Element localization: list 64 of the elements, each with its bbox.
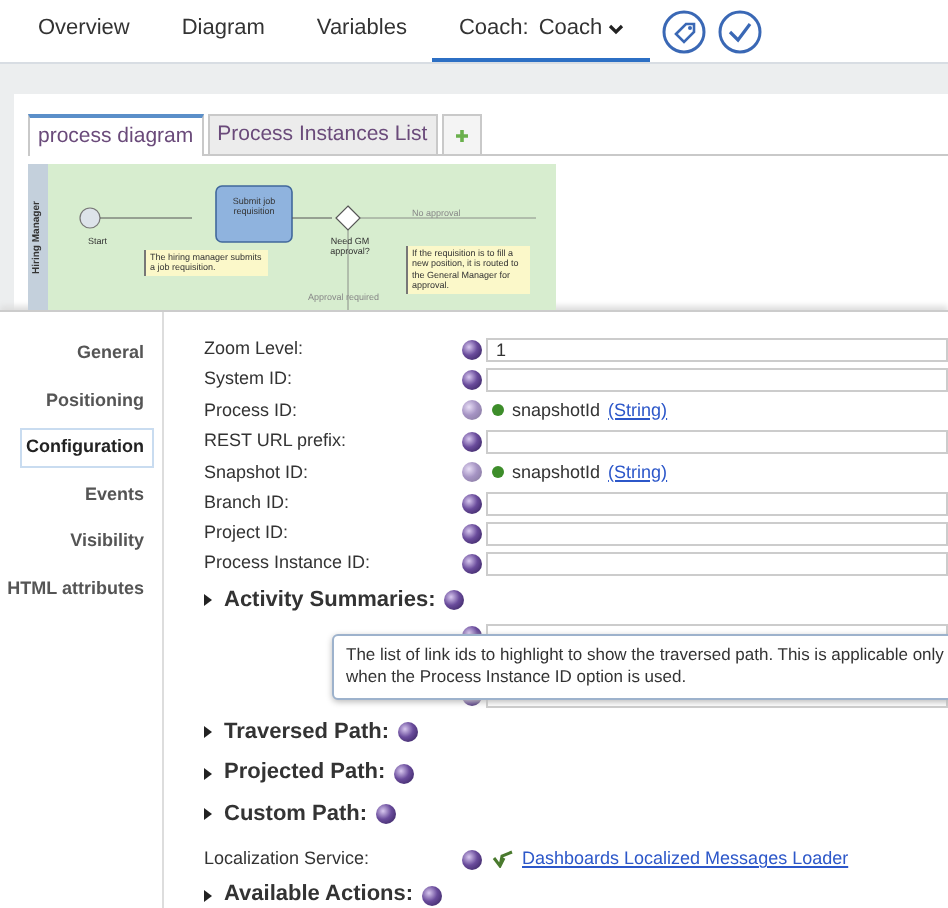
chevron-icon (608, 23, 625, 35)
panel-tab[interactable]: process diagram (28, 114, 204, 156)
section-heading[interactable]: Traversed Path: (224, 715, 390, 749)
expand-arrow-icon[interactable] (204, 808, 212, 821)
field-label: Snapshot ID: (204, 459, 311, 486)
start-event (79, 207, 101, 229)
field-label: Zoom Level: (204, 335, 306, 362)
nav-tab[interactable]: Variables (290, 0, 433, 62)
binding-icon[interactable] (462, 523, 482, 544)
text-field[interactable] (486, 367, 948, 392)
expand-arrow-icon[interactable] (204, 593, 212, 606)
plus-icon (455, 125, 468, 145)
field-label: System ID: (204, 366, 295, 393)
text-field[interactable] (486, 491, 948, 516)
binding-icon[interactable] (393, 763, 414, 784)
binding-icon[interactable] (462, 339, 482, 360)
binding-icon[interactable] (462, 493, 482, 514)
checkmark-icon[interactable] (718, 9, 763, 53)
text-field[interactable] (486, 429, 948, 454)
gateway-node (335, 205, 361, 231)
text-field[interactable] (486, 552, 948, 577)
binding-icon[interactable] (443, 589, 464, 610)
field-label: Process ID: (204, 397, 300, 424)
service-link[interactable]: Dashboards Localized Messages Loader (522, 846, 849, 874)
tag-icon[interactable] (662, 9, 707, 53)
binding-icon[interactable] (421, 885, 442, 906)
sidebar-tab[interactable]: HTML attributes (1, 569, 154, 608)
text-field[interactable]: 1 (486, 337, 948, 362)
variable-dot-icon (492, 466, 504, 479)
sidebar-tab[interactable]: Events (78, 475, 154, 514)
section-heading[interactable]: Custom Path: (224, 797, 367, 831)
field-label: Localization Service: (204, 846, 372, 873)
variable-name: snapshotId (512, 459, 601, 486)
variable-dot-icon (492, 404, 504, 417)
binding-icon[interactable] (462, 369, 482, 390)
section-heading[interactable]: Available Actions: (224, 878, 414, 908)
field-label: Project ID: (204, 520, 291, 547)
expand-arrow-icon[interactable] (204, 726, 212, 739)
field-label: REST URL prefix: (204, 428, 349, 455)
expand-arrow-icon[interactable] (204, 767, 212, 780)
expand-arrow-icon[interactable] (204, 889, 212, 902)
add-tab-button[interactable] (441, 114, 482, 154)
type-link[interactable]: (String) (608, 397, 668, 425)
binding-icon[interactable] (462, 554, 482, 575)
binding-icon[interactable] (375, 804, 395, 825)
binding-icon[interactable] (462, 431, 482, 452)
field-label: Branch ID: (204, 490, 292, 516)
text-field[interactable] (486, 521, 948, 546)
nav-tab[interactable]: Overview (12, 0, 156, 62)
panel-tab[interactable]: Process Instances List (207, 114, 438, 154)
nav-tab[interactable]: Diagram (155, 0, 291, 62)
binding-icon[interactable] (462, 849, 482, 870)
section-heading[interactable]: Projected Path: (224, 756, 386, 790)
binding-icon[interactable] (397, 722, 418, 743)
task-node (215, 185, 293, 243)
section-heading[interactable]: Activity Summaries: (224, 583, 436, 617)
sidebar-tab[interactable]: Visibility (64, 522, 154, 561)
sidebar-tab[interactable]: General (70, 334, 154, 373)
sidebar-tab[interactable]: Configuration (20, 428, 154, 467)
type-link[interactable]: (String) (608, 459, 668, 486)
tooltip: The list of link ids to highlight to show the traversed path. This is applicable only when the Process Instance ID option is used. (332, 634, 948, 700)
sidebar-tab[interactable]: Positioning (40, 381, 154, 420)
field-label: Process Instance ID: (204, 550, 373, 577)
variable-name: snapshotId (512, 397, 601, 424)
